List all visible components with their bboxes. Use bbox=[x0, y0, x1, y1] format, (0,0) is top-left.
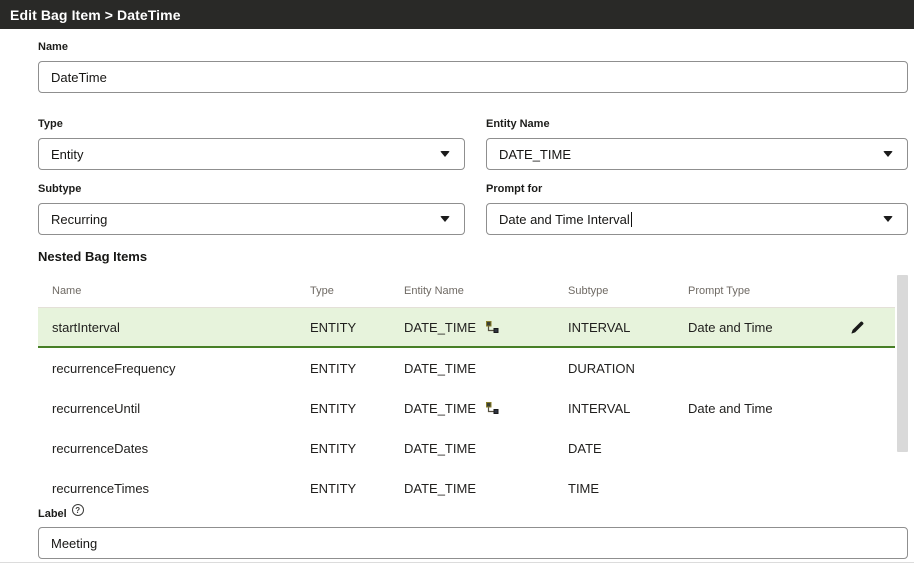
chevron-down-icon bbox=[440, 151, 450, 157]
row-entity-name: DATE_TIME bbox=[404, 401, 568, 416]
prompt-for-select[interactable]: Date and Time Interval bbox=[486, 203, 908, 235]
row-entity-name: DATE_TIME bbox=[404, 481, 568, 496]
row-name: recurrenceDates bbox=[38, 441, 310, 456]
subtype-select[interactable]: Recurring bbox=[38, 203, 465, 235]
row-subtype: DATE bbox=[568, 441, 688, 456]
name-input-value: DateTime bbox=[51, 70, 107, 85]
chevron-down-icon bbox=[440, 216, 450, 222]
row-entity-name: DATE_TIME bbox=[404, 441, 568, 456]
table-scrollbar[interactable] bbox=[897, 275, 908, 502]
entity-name-label: Entity Name bbox=[486, 118, 908, 130]
row-subtype: INTERVAL bbox=[568, 401, 688, 416]
table-row[interactable]: recurrenceDates ENTITY DATE_TIME DATE bbox=[38, 428, 895, 468]
row-entity-name: DATE_TIME bbox=[404, 320, 568, 335]
name-label: Name bbox=[38, 41, 908, 53]
nested-bag-items-heading: Nested Bag Items bbox=[38, 249, 908, 264]
label-field-label: Label bbox=[38, 508, 67, 520]
row-name: startInterval bbox=[38, 320, 310, 335]
title-bar: Edit Bag Item > DateTime bbox=[0, 0, 914, 29]
label-input[interactable]: Meeting bbox=[38, 527, 908, 559]
prompt-for-label: Prompt for bbox=[486, 183, 908, 195]
row-subtype: TIME bbox=[568, 481, 688, 496]
help-icon[interactable]: ? bbox=[72, 504, 84, 516]
type-field: Type Entity bbox=[38, 118, 465, 170]
col-header-type: Type bbox=[310, 285, 404, 297]
subtype-label: Subtype bbox=[38, 183, 465, 195]
label-input-value: Meeting bbox=[51, 536, 97, 551]
entity-name-field: Entity Name DATE_TIME bbox=[486, 118, 908, 170]
prompt-for-select-value: Date and Time Interval bbox=[499, 212, 630, 227]
scrollbar-thumb[interactable] bbox=[897, 275, 908, 452]
type-select-value: Entity bbox=[51, 147, 84, 162]
row-name: recurrenceTimes bbox=[38, 481, 310, 496]
table-row[interactable]: startInterval ENTITY DATE_TIME INTERVAL … bbox=[38, 308, 895, 348]
nested-bag-items-table: Name Type Entity Name Subtype Prompt Typ… bbox=[38, 275, 908, 502]
edit-bag-item-dialog: Edit Bag Item > DateTime Name DateTime T… bbox=[0, 0, 914, 563]
row-entity-name: DATE_TIME bbox=[404, 361, 568, 376]
row-subtype: DURATION bbox=[568, 361, 688, 376]
row-name: recurrenceUntil bbox=[38, 401, 310, 416]
table-body: startInterval ENTITY DATE_TIME INTERVAL … bbox=[38, 308, 895, 502]
page-title: Edit Bag Item > DateTime bbox=[10, 7, 181, 23]
entity-name-select[interactable]: DATE_TIME bbox=[486, 138, 908, 170]
row-type: ENTITY bbox=[310, 441, 404, 456]
type-select[interactable]: Entity bbox=[38, 138, 465, 170]
row-name: recurrenceFrequency bbox=[38, 361, 310, 376]
subtype-select-value: Recurring bbox=[51, 212, 107, 227]
col-header-subtype: Subtype bbox=[568, 285, 688, 297]
chevron-down-icon bbox=[883, 216, 893, 222]
col-header-entity-name: Entity Name bbox=[404, 285, 568, 297]
row-type: ENTITY bbox=[310, 401, 404, 416]
chevron-down-icon bbox=[883, 151, 893, 157]
table-row[interactable]: recurrenceUntil ENTITY DATE_TIME INTERVA… bbox=[38, 388, 895, 428]
nested-entity-icon bbox=[485, 401, 499, 415]
name-input[interactable]: DateTime bbox=[38, 61, 908, 93]
table-row[interactable]: recurrenceFrequency ENTITY DATE_TIME DUR… bbox=[38, 348, 895, 388]
col-header-name: Name bbox=[38, 285, 310, 297]
subtype-field: Subtype Recurring bbox=[38, 183, 465, 235]
table-header-row: Name Type Entity Name Subtype Prompt Typ… bbox=[38, 275, 895, 308]
text-cursor bbox=[631, 212, 633, 227]
prompt-for-field: Prompt for Date and Time Interval bbox=[486, 183, 908, 235]
table-row[interactable]: recurrenceTimes ENTITY DATE_TIME TIME bbox=[38, 468, 895, 502]
row-type: ENTITY bbox=[310, 481, 404, 496]
nested-entity-icon bbox=[485, 320, 499, 334]
col-header-prompt-type: Prompt Type bbox=[688, 285, 820, 297]
row-prompt-type: Date and Time bbox=[688, 320, 820, 335]
row-prompt-type: Date and Time bbox=[688, 401, 820, 416]
row-subtype: INTERVAL bbox=[568, 320, 688, 335]
row-type: ENTITY bbox=[310, 320, 404, 335]
type-label: Type bbox=[38, 118, 465, 130]
entity-name-select-value: DATE_TIME bbox=[499, 147, 571, 162]
row-type: ENTITY bbox=[310, 361, 404, 376]
edit-pencil-icon[interactable] bbox=[850, 320, 865, 335]
